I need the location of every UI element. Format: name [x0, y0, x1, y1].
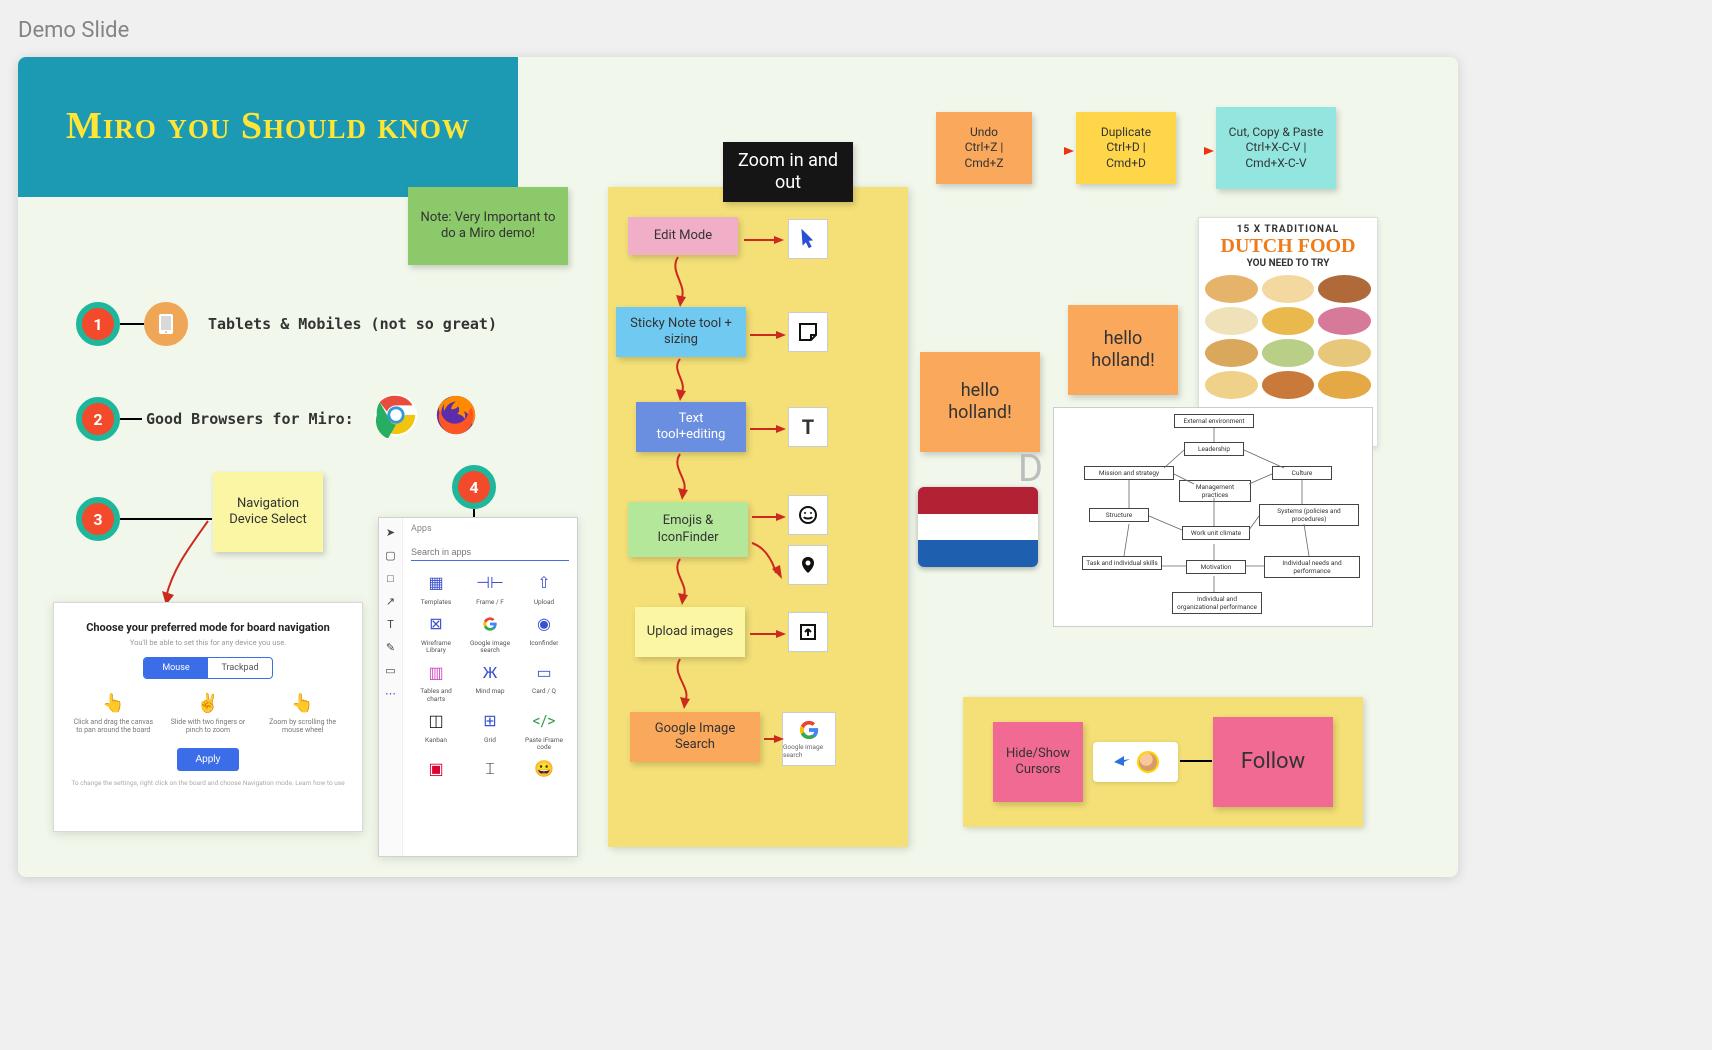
text-tool-icon[interactable]: T — [387, 618, 394, 631]
shortcut-undo[interactable]: Undo Ctrl+Z | Cmd+Z — [936, 112, 1032, 184]
line-tool-icon[interactable]: ↗ — [386, 595, 395, 608]
sticky-tool-icon[interactable]: ▢ — [385, 549, 395, 562]
app-more-1[interactable]: ▣ — [411, 755, 461, 785]
app-grid[interactable]: ⊞Grid — [465, 707, 515, 751]
app-templates[interactable]: ▦Templates — [411, 569, 461, 606]
pen-tool-icon[interactable]: ✎ — [386, 641, 395, 654]
nav-device-sticky[interactable]: Navigation Device Select — [213, 472, 323, 552]
shape-tool-icon[interactable]: □ — [387, 572, 394, 585]
page-title: Demo Slide — [18, 18, 1694, 43]
tool-emoji-sticky[interactable]: Emojis & IconFinder — [628, 502, 748, 557]
dutch-line3: YOU NEED TO TRY — [1205, 258, 1371, 269]
apps-side-tools[interactable]: ➤ ▢ □ ↗ T ✎ ▭ ⋯ — [379, 518, 403, 856]
point-1-text: Tablets & Mobiles (not so great) — [208, 315, 497, 333]
holland-sticky-a[interactable]: hello holland! — [920, 352, 1040, 452]
apps-search-input[interactable] — [411, 544, 569, 561]
apps-panel[interactable]: ➤ ▢ □ ↗ T ✎ ▭ ⋯ Apps ▦Templates ⊣⊢Frame … — [378, 517, 578, 857]
title-banner: Miro you Should know — [18, 57, 518, 197]
nav-dialog-footer: To change the settings, right click on t… — [66, 779, 350, 787]
zoom-header-sticky[interactable]: Zoom in and out — [723, 142, 853, 202]
app-iframe[interactable]: </>Paste iFrame code — [519, 707, 569, 751]
slide-canvas: Miro you Should know Note: Very Importan… — [18, 57, 1458, 877]
text-icon-box: T — [788, 407, 828, 447]
cursor-avatar-chip[interactable] — [1093, 742, 1178, 782]
follow-sticky[interactable]: Follow — [1213, 717, 1333, 807]
cursor-icon-box — [788, 219, 828, 259]
nav-dialog-subtitle: You'll be able to set this for any devic… — [66, 638, 350, 647]
nav-mode-mouse[interactable]: Mouse — [144, 658, 208, 678]
app-tables[interactable]: ▥Tables and charts — [411, 658, 461, 702]
firefox-icon — [433, 392, 479, 438]
badge-3: 3 — [76, 497, 120, 541]
app-upload[interactable]: ⇧Upload — [519, 569, 569, 606]
app-iconfinder[interactable]: ◉Iconfinder — [519, 610, 569, 654]
shortcut-duplicate[interactable]: Duplicate Ctrl+D | Cmd+D — [1076, 112, 1176, 184]
dutch-line1: 15 X TRADITIONAL — [1205, 224, 1371, 235]
app-google-image[interactable]: Google image search — [465, 610, 515, 654]
dutch-line2: DUTCH FOOD — [1205, 235, 1371, 258]
org-diagram[interactable]: External environment Leadership Mission … — [1053, 407, 1373, 627]
food-grid — [1205, 275, 1371, 399]
title-text: Miro you Should know — [66, 105, 470, 149]
app-more-2[interactable]: ⌶ — [465, 755, 515, 785]
shortcut-cutcopy[interactable]: Cut, Copy & Paste Ctrl+X-C-V | Cmd+X-C-V — [1216, 107, 1336, 189]
avatar-icon — [1137, 751, 1159, 773]
badge-1: 1 — [76, 302, 120, 346]
point-2-text: Good Browsers for Miro: — [146, 410, 354, 428]
chrome-icon — [373, 392, 419, 438]
tool-upload-sticky[interactable]: Upload images — [635, 607, 745, 657]
tool-google-sticky[interactable]: Google Image Search — [630, 712, 760, 762]
note-sticky[interactable]: Note: Very Important to do a Miro demo! — [408, 187, 568, 265]
badge-2: 2 — [76, 397, 120, 441]
sticky-icon-box — [788, 312, 828, 352]
more-tools-icon[interactable]: ⋯ — [385, 687, 396, 700]
gesture-1: 👆Click and drag the canvas to pan around… — [71, 693, 156, 734]
netherlands-flag[interactable] — [918, 487, 1038, 567]
tool-sticky-sticky[interactable]: Sticky Note tool + sizing — [616, 307, 746, 357]
app-kanban[interactable]: ◫Kanban — [411, 707, 461, 751]
cursor-icon[interactable]: ➤ — [386, 526, 395, 539]
gesture-3: 👆Zoom by scrolling the mouse wheel — [260, 693, 345, 734]
nav-dialog-title: Choose your preferred mode for board nav… — [66, 621, 350, 634]
tablet-icon — [144, 302, 188, 346]
apps-grid: ▦Templates ⊣⊢Frame / F ⇧Upload ⊠Wirefram… — [411, 569, 569, 785]
tool-text-sticky[interactable]: Text tool+editing — [636, 402, 746, 452]
nav-apply-button[interactable]: Apply — [177, 748, 238, 771]
comment-tool-icon[interactable]: ▭ — [385, 664, 395, 677]
app-wireframe[interactable]: ⊠Wireframe Library — [411, 610, 461, 654]
iconfinder-icon-box — [788, 545, 828, 585]
google-icon-box: Google image search — [782, 712, 836, 766]
app-card[interactable]: ▭Card / Q — [519, 658, 569, 702]
nav-mode-dialog[interactable]: Choose your preferred mode for board nav… — [53, 602, 363, 832]
app-emoji[interactable]: 😀 — [519, 755, 569, 785]
nav-mode-trackpad[interactable]: Trackpad — [208, 658, 272, 678]
cursor-glyph-icon — [1113, 755, 1131, 769]
placeholder-letter: D — [1018, 447, 1043, 491]
smile-icon-box — [788, 495, 828, 535]
tool-editmode-sticky[interactable]: Edit Mode — [628, 217, 738, 255]
gesture-2: ✌️Slide with two fingers or pinch to zoo… — [165, 693, 250, 734]
app-frame[interactable]: ⊣⊢Frame / F — [465, 569, 515, 606]
hide-cursors-sticky[interactable]: Hide/Show Cursors — [993, 722, 1083, 802]
badge-4: 4 — [452, 465, 496, 509]
app-mindmap[interactable]: ЖMind map — [465, 658, 515, 702]
nav-mode-toggle[interactable]: Mouse Trackpad — [143, 657, 273, 679]
upload-icon-box — [788, 612, 828, 652]
apps-heading: Apps — [411, 524, 569, 534]
holland-sticky-b[interactable]: hello holland! — [1068, 305, 1178, 395]
